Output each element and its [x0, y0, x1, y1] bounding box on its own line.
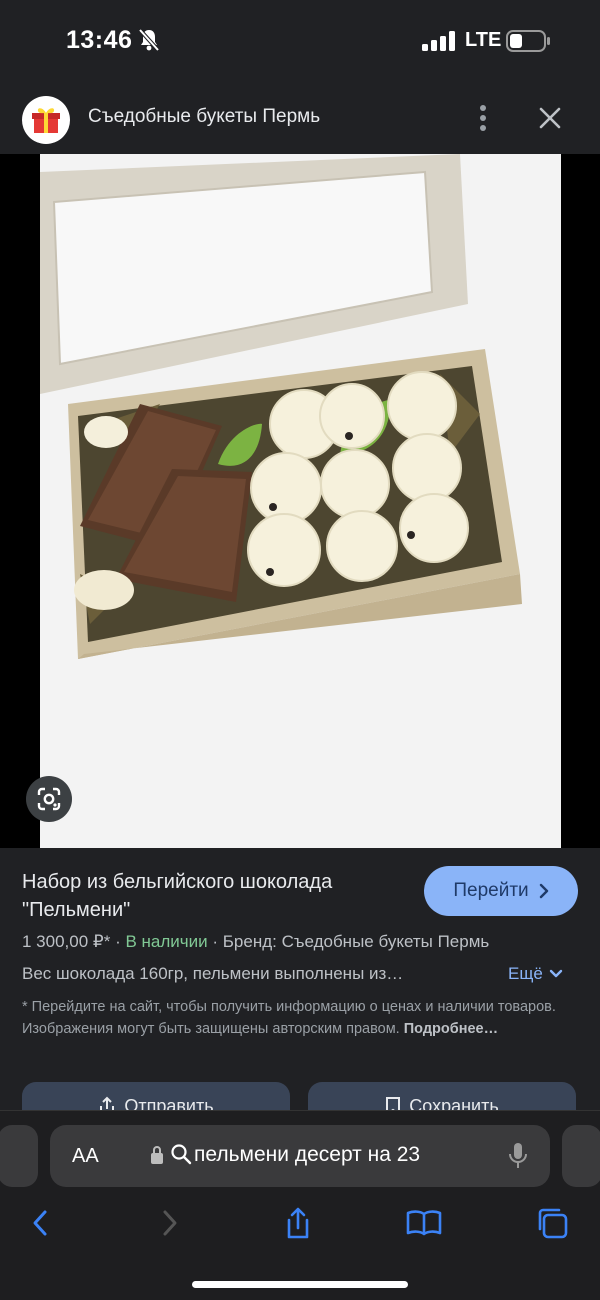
back-icon [33, 1210, 47, 1236]
search-icon [171, 1144, 192, 1165]
product-title[interactable]: Набор из бельгийского шоколада "Пельмени… [22, 868, 402, 924]
product-image-area [0, 154, 600, 848]
result-header: Съедобные букеты Пермь [0, 84, 600, 154]
network-type: LTE [465, 29, 502, 51]
bookmarks-button[interactable] [404, 1203, 444, 1243]
status-time: 13:46 [66, 26, 133, 54]
disclaimer: * Перейдите на сайт, чтобы получить инфо… [22, 996, 578, 1040]
home-indicator[interactable] [192, 1281, 408, 1288]
product-meta: 1 300,00 ₽* · В наличии · Бренд: Съедобн… [22, 932, 489, 952]
product-brand: Бренд: Съедобные букеты Пермь [222, 932, 490, 951]
google-lens-button[interactable] [26, 776, 72, 822]
forward-icon [163, 1210, 177, 1236]
google-lens-icon [37, 787, 61, 811]
browser-toolbar: AA пельмени десерт на 23 [0, 1110, 600, 1300]
goto-button[interactable]: Перейти [424, 866, 578, 916]
product-price: 1 300,00 ₽* [22, 932, 111, 951]
url-text[interactable]: пельмени десерт на 23 [194, 1143, 420, 1167]
chocolate-box-illustration [40, 154, 561, 848]
availability-status: В наличии [125, 932, 208, 951]
text-size-button[interactable]: AA [72, 1145, 99, 1168]
tabs-icon [538, 1208, 568, 1239]
tabs-button[interactable] [532, 1203, 572, 1243]
meta-separator: · [115, 932, 126, 951]
learn-more-link[interactable]: Подробнее… [404, 1021, 498, 1037]
share-icon [287, 1207, 309, 1239]
bell-slash-icon [138, 28, 160, 52]
close-icon[interactable] [534, 102, 566, 134]
gift-icon [32, 108, 60, 133]
product-photo[interactable] [40, 154, 561, 848]
forward-button[interactable] [150, 1203, 190, 1243]
next-tab-preview[interactable] [562, 1125, 600, 1187]
chevron-right-icon [539, 883, 548, 899]
meta-separator: · [212, 932, 223, 951]
battery-icon [506, 30, 550, 52]
product-description: Вес шоколада 160гр, пельмени выполнены и… [22, 964, 404, 983]
more-button[interactable]: Ещё [508, 964, 563, 984]
address-bar[interactable]: AA пельмени десерт на 23 [50, 1125, 550, 1187]
product-info: Набор из бельгийского шоколада "Пельмени… [0, 848, 600, 1132]
mic-icon[interactable] [508, 1141, 528, 1171]
site-title[interactable]: Съедобные букеты Пермь [88, 106, 320, 128]
lock-icon [151, 1146, 163, 1164]
status-bar: 13:46 LTE [0, 0, 600, 84]
site-logo[interactable] [22, 96, 70, 144]
signal-icon [422, 31, 455, 51]
more-label: Ещё [508, 964, 543, 983]
bookmarks-icon [406, 1210, 442, 1236]
previous-tab-preview[interactable] [0, 1125, 38, 1187]
browser-share-button[interactable] [278, 1203, 318, 1243]
chevron-down-icon [549, 969, 562, 978]
back-button[interactable] [20, 1203, 60, 1243]
more-vert-icon[interactable] [470, 100, 496, 136]
goto-label: Перейти [453, 880, 529, 901]
